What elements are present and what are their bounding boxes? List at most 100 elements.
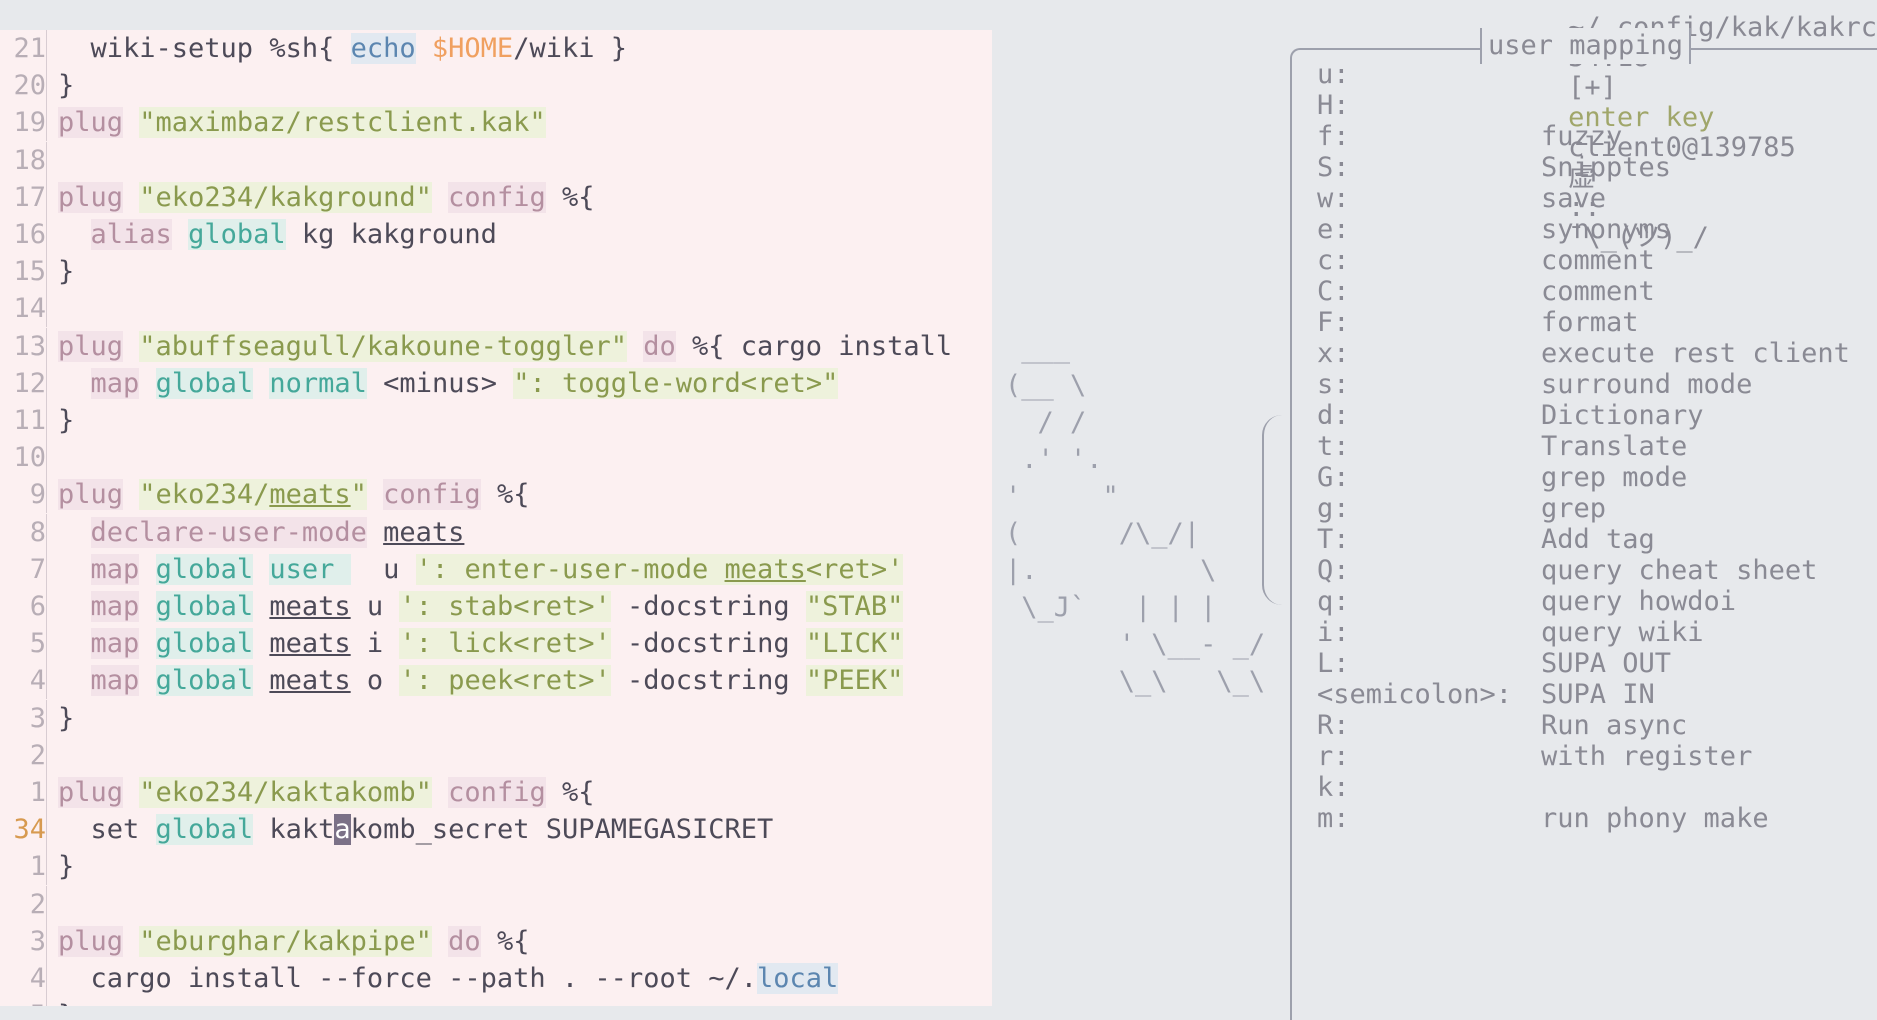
line-code: plug "maximbaz/restclient.kak" xyxy=(58,104,546,141)
code-line[interactable]: 20} xyxy=(0,67,992,105)
line-number: 14 xyxy=(0,290,47,328)
code-line[interactable]: 7 map global user u ': enter-user-mode m… xyxy=(0,550,992,588)
mapping-description: with register xyxy=(1541,741,1753,772)
code-token: /wiki } xyxy=(513,33,627,64)
code-editor[interactable]: 21 wiki-setup %sh{ echo $HOME/wiki } 20} 1… xyxy=(0,30,992,1006)
code-line[interactable]: 3} xyxy=(0,699,992,737)
code-token: ': lick<ret>' xyxy=(399,628,611,660)
line-number: 11 xyxy=(0,402,47,439)
code-line[interactable]: 5} xyxy=(0,997,992,1006)
line-code: } xyxy=(58,67,74,104)
code-token: map xyxy=(90,553,140,585)
code-token: ': peek<ret>' xyxy=(399,665,611,697)
code-line[interactable]: 2 xyxy=(0,885,992,923)
line-number: 10 xyxy=(0,439,47,477)
line-code: alias global kg kakground xyxy=(58,216,497,253)
code-line[interactable]: 8 declare-user-mode meats xyxy=(0,513,992,551)
code-line[interactable]: 19 plug "maximbaz/restclient.kak" xyxy=(0,104,992,142)
code-line[interactable]: 14 xyxy=(0,290,992,328)
code-token: meats xyxy=(383,516,465,548)
code-line[interactable]: 3 plug "eburghar/kakpipe" do %{ xyxy=(0,922,992,960)
line-code: map global meats u ': stab<ret>' -docstr… xyxy=(58,588,904,625)
code-token: local xyxy=(756,963,839,994)
line-number: 19 xyxy=(0,104,47,142)
mapping-description: run phony make xyxy=(1541,803,1769,834)
line-number: 3 xyxy=(0,922,47,960)
code-token: $HOME xyxy=(431,33,514,64)
code-line[interactable]: 11} xyxy=(0,402,992,439)
line-code: } xyxy=(58,700,74,737)
code-token: plug xyxy=(58,181,124,213)
code-token: "STAB" xyxy=(805,591,904,622)
line-number: 5 xyxy=(0,997,47,1006)
code-token: "PEEK" xyxy=(805,665,904,697)
code-token: %{ xyxy=(545,181,595,213)
code-token: } xyxy=(58,1000,74,1006)
code-line[interactable]: 15} xyxy=(0,253,992,291)
code-token: %{ cargo install xyxy=(675,330,969,362)
line-number: 7 xyxy=(0,550,47,588)
ascii-art-drawing: ___ (__ \ / / .' '. ' " ( /\_/| |. \ \_J… xyxy=(1005,333,1266,697)
code-token: plug xyxy=(58,777,124,808)
code-token: "eko234/ xyxy=(139,479,270,511)
line-code: map global user u ': enter-user-mode mea… xyxy=(58,551,904,588)
code-token: set xyxy=(58,814,156,846)
code-token: normal xyxy=(269,367,367,399)
code-token: <ret>' xyxy=(805,553,904,585)
code-line[interactable]: 18 xyxy=(0,141,992,179)
code-line[interactable]: 34 set global kaktakomb_secret SUPAMEGAS… xyxy=(0,811,992,849)
code-token: map xyxy=(90,367,140,399)
code-token: do xyxy=(643,330,676,362)
code-token: global xyxy=(155,665,254,697)
code-token: %{ xyxy=(480,925,530,957)
code-line[interactable]: 6 map global meats u ': stab<ret>' -docs… xyxy=(0,588,992,625)
code-line[interactable]: 13 plug "abuffseagull/kakoune-toggler" do… xyxy=(0,327,992,365)
code-line[interactable]: 1 plug "eko234/kaktakomb" config %{ xyxy=(0,774,992,811)
code-token: meats xyxy=(269,479,351,511)
code-token: alias xyxy=(90,219,172,250)
code-token: meats xyxy=(269,665,351,697)
code-line[interactable]: 16 alias global kg kakground xyxy=(0,216,992,253)
code-line[interactable]: 12 map global normal <minus> ": toggle-w… xyxy=(0,364,992,402)
code-token: komb_secret SUPAMEGASICRET xyxy=(350,814,774,846)
code-token: } xyxy=(58,851,75,883)
code-line[interactable]: 21 wiki-setup %sh{ echo $HOME/wiki } xyxy=(0,30,992,67)
code-token: config xyxy=(448,181,546,213)
code-line[interactable]: 4 cargo install --force --path . --root … xyxy=(0,960,992,997)
code-line[interactable]: 1} xyxy=(0,848,992,886)
status-bar: ~/.config/kak/kakrc 34:18 [+] enter key … xyxy=(0,0,1877,253)
user-mapping-panel: user mapping u: H: f: fuzzy S: Snipptes w: save… xyxy=(1290,28,1877,1020)
line-number: 4 xyxy=(0,960,47,997)
code-token: map xyxy=(90,591,140,622)
code-line[interactable]: 2 xyxy=(0,736,992,774)
code-line[interactable]: 5 map global meats i ': lick<ret>' -docs… xyxy=(0,625,992,663)
line-number: 3 xyxy=(0,699,47,737)
code-line[interactable]: 17 plug "eko234/kakground" config %{ xyxy=(0,178,992,216)
code-token: global xyxy=(155,591,254,622)
code-token: } xyxy=(58,405,75,436)
code-token: do xyxy=(448,925,481,957)
code-line[interactable]: 10 xyxy=(0,439,992,477)
code-line[interactable]: 4 map global meats o ': peek<ret>' -docs… xyxy=(0,662,992,700)
line-code: map global normal <minus> ": toggle-word… xyxy=(58,365,839,402)
code-line[interactable]: 9 plug "eko234/meats" config %{ xyxy=(0,476,992,514)
code-token: config xyxy=(383,479,481,511)
line-code: cargo install --force --path . --root ~/… xyxy=(58,960,839,997)
code-token: global xyxy=(188,219,286,250)
